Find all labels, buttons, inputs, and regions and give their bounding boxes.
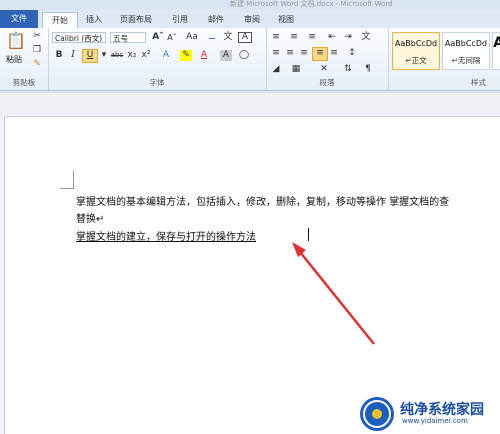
- watermark-logo: [360, 397, 394, 431]
- arrow-shaft: [299, 251, 375, 345]
- arrow-head: [292, 242, 306, 257]
- annotation-arrow: [292, 242, 375, 345]
- watermark-logo-icon: [363, 400, 391, 428]
- watermark: 纯净系统家园 www.yidaimei.com: [356, 397, 496, 431]
- watermark-text: 纯净系统家园: [400, 402, 484, 418]
- watermark-url: www.yidaimei.com: [402, 417, 468, 425]
